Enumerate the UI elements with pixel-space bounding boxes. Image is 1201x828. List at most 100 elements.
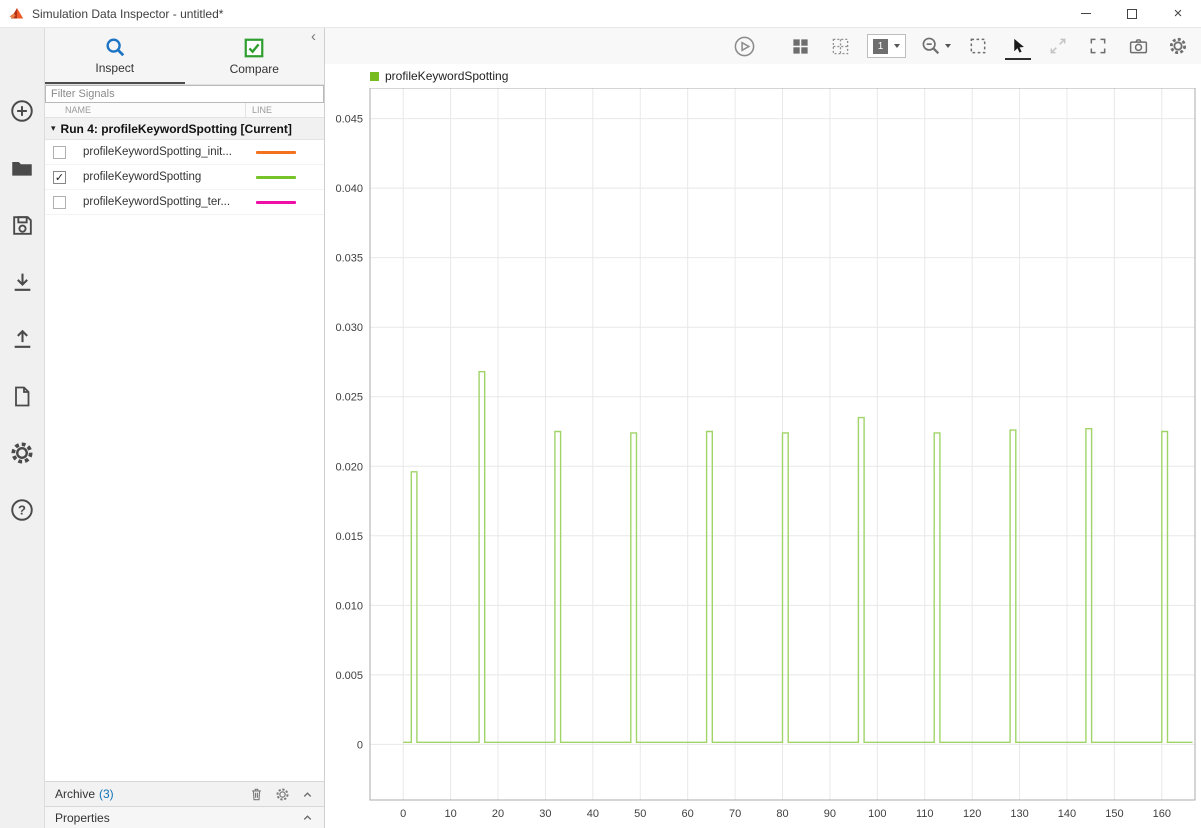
- open-button[interactable]: [8, 155, 36, 181]
- close-button[interactable]: ×: [1155, 0, 1201, 27]
- plot-settings-button[interactable]: [1165, 32, 1191, 60]
- collapse-triangle-icon[interactable]: ▾: [51, 123, 56, 134]
- column-header-line: LINE: [245, 103, 272, 117]
- signal-row[interactable]: profileKeywordSpotting_init...: [45, 140, 324, 165]
- run-group-label: Run 4: profileKeywordSpotting [Current]: [61, 122, 292, 136]
- chevron-up-icon[interactable]: [301, 788, 314, 801]
- svg-text:0.010: 0.010: [335, 600, 363, 612]
- svg-text:70: 70: [729, 808, 741, 820]
- expand-plot-button[interactable]: [1045, 32, 1071, 60]
- import-button[interactable]: [8, 269, 36, 295]
- signal-row[interactable]: ✓ profileKeywordSpotting: [45, 165, 324, 190]
- layout-count-badge: 1: [873, 39, 888, 54]
- save-icon: [10, 213, 35, 238]
- svg-text:90: 90: [824, 808, 836, 820]
- svg-text:0.005: 0.005: [335, 670, 363, 682]
- sidebar-empty-area: [45, 215, 324, 781]
- svg-text:0.020: 0.020: [335, 461, 363, 473]
- svg-text:150: 150: [1105, 808, 1123, 820]
- edit-subplots-button[interactable]: [827, 32, 853, 60]
- svg-text:50: 50: [634, 808, 646, 820]
- archive-section-header[interactable]: Archive (3): [45, 781, 324, 806]
- signal-row[interactable]: profileKeywordSpotting_ter...: [45, 190, 324, 215]
- legend-color-swatch: [370, 72, 379, 81]
- fullscreen-corners-icon: [1088, 36, 1108, 56]
- svg-text:120: 120: [963, 808, 981, 820]
- run-simulation-button[interactable]: [731, 32, 757, 60]
- svg-text:?: ?: [18, 503, 26, 518]
- signal-line-swatch[interactable]: [256, 201, 296, 204]
- minimize-button[interactable]: [1063, 0, 1109, 27]
- svg-text:140: 140: [1058, 808, 1076, 820]
- signal-label[interactable]: profileKeywordSpotting: [83, 171, 256, 183]
- maximize-button[interactable]: [1109, 0, 1155, 27]
- fit-to-view-button[interactable]: [965, 32, 991, 60]
- tab-inspect-label: Inspect: [95, 61, 134, 75]
- signal-plot[interactable]: 0102030405060708090100110120130140150160…: [325, 88, 1201, 828]
- plus-circle-icon: [9, 98, 35, 124]
- properties-section-header[interactable]: Properties: [45, 806, 324, 828]
- zoom-out-dropdown[interactable]: [920, 35, 951, 57]
- snapshot-button[interactable]: [1125, 32, 1151, 60]
- svg-text:0.035: 0.035: [335, 253, 363, 265]
- svg-text:0: 0: [400, 808, 406, 820]
- fullscreen-button[interactable]: [1085, 32, 1111, 60]
- window-controls: ×: [1063, 0, 1201, 27]
- plot-legend-item[interactable]: profileKeywordSpotting: [370, 64, 1201, 88]
- column-header-name: NAME: [65, 103, 91, 118]
- window-title: Simulation Data Inspector - untitled*: [32, 7, 223, 21]
- svg-text:110: 110: [916, 808, 934, 820]
- chevron-down-icon: [894, 44, 900, 48]
- layout-selector-dropdown[interactable]: 1: [867, 34, 906, 58]
- grid-squares-icon: [791, 37, 810, 56]
- maximize-icon: [1127, 9, 1137, 19]
- signal-line-swatch[interactable]: [256, 176, 296, 179]
- pointer-tool-button[interactable]: [1005, 32, 1031, 60]
- save-button[interactable]: [8, 212, 36, 238]
- svg-text:0.045: 0.045: [335, 114, 363, 126]
- cursor-arrow-icon: [1009, 36, 1027, 56]
- title-bar: Simulation Data Inspector - untitled* ×: [0, 0, 1201, 28]
- signal-line-swatch[interactable]: [256, 151, 296, 154]
- signal-checkbox[interactable]: [53, 146, 66, 159]
- expand-arrows-icon: [1048, 36, 1068, 56]
- export-arrow-icon: [10, 327, 35, 352]
- preferences-button[interactable]: [8, 440, 36, 466]
- compare-check-icon: [243, 37, 265, 59]
- signal-checkbox[interactable]: [53, 196, 66, 209]
- legend-label: profileKeywordSpotting: [385, 69, 508, 83]
- minimize-icon: [1081, 13, 1091, 14]
- tab-inspect[interactable]: Inspect: [45, 28, 185, 84]
- svg-text:80: 80: [776, 808, 788, 820]
- chart-toolbar: 1: [325, 28, 1201, 64]
- export-button[interactable]: [8, 326, 36, 352]
- create-report-button[interactable]: [8, 383, 36, 409]
- gear-icon: [9, 440, 35, 466]
- signal-label[interactable]: profileKeywordSpotting_init...: [83, 146, 256, 158]
- svg-text:160: 160: [1153, 808, 1171, 820]
- run-group-header[interactable]: ▾ Run 4: profileKeywordSpotting [Current…: [45, 118, 324, 140]
- signal-checkbox[interactable]: ✓: [53, 171, 66, 184]
- app-body: ? Inspect Compare ‹ NAME: [0, 28, 1201, 828]
- new-session-button[interactable]: [8, 98, 36, 124]
- svg-text:40: 40: [587, 808, 599, 820]
- layout-grid-button[interactable]: [787, 32, 813, 60]
- svg-text:0.030: 0.030: [335, 322, 363, 334]
- svg-text:0: 0: [357, 739, 363, 751]
- signal-label[interactable]: profileKeywordSpotting_ter...: [83, 196, 256, 208]
- filter-signals-input[interactable]: [45, 85, 324, 103]
- collapse-sidebar-button[interactable]: ‹: [311, 30, 316, 44]
- camera-icon: [1128, 36, 1149, 57]
- archive-settings-gear-icon[interactable]: [275, 787, 290, 802]
- import-arrow-icon: [10, 270, 35, 295]
- trash-icon[interactable]: [249, 786, 264, 802]
- matlab-logo-icon: [9, 6, 25, 21]
- tab-compare[interactable]: Compare: [185, 28, 325, 84]
- help-button[interactable]: ?: [8, 497, 36, 523]
- gear-icon: [1168, 36, 1188, 56]
- chevron-up-icon[interactable]: [301, 811, 314, 824]
- svg-text:60: 60: [682, 808, 694, 820]
- archive-count: (3): [99, 787, 114, 801]
- play-circle-icon: [733, 35, 756, 58]
- subplot-grid-icon: [831, 37, 850, 56]
